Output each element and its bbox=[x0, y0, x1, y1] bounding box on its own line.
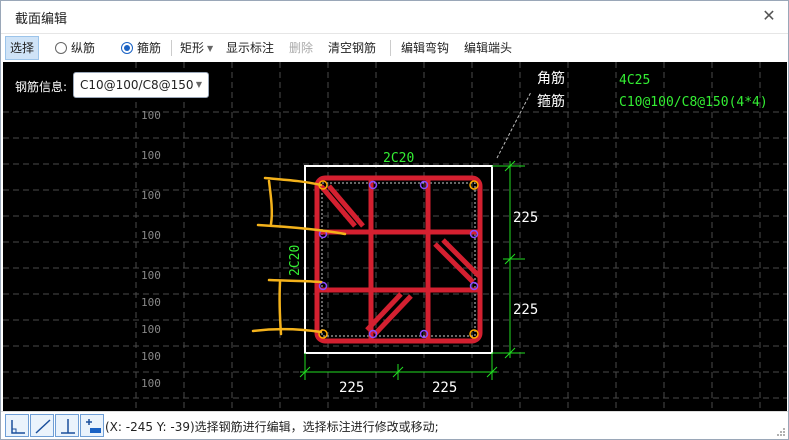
grid-label: 100 bbox=[141, 189, 161, 202]
grid-label: 100 bbox=[141, 269, 161, 282]
grid-label: 100 bbox=[141, 229, 161, 242]
corner-bar-top-right[interactable] bbox=[469, 180, 479, 190]
grid-label: 100 bbox=[141, 323, 161, 336]
radio-icon bbox=[55, 42, 67, 54]
radio-selected-icon bbox=[121, 42, 133, 54]
chevron-down-icon: ▼ bbox=[207, 44, 214, 53]
title-bar: 截面编辑 ✕ bbox=[1, 1, 788, 32]
stirrup-tag: 箍筋 bbox=[537, 93, 565, 110]
dim-bottom-left[interactable]: 225 bbox=[339, 380, 364, 396]
longitudinal-label: 纵筋 bbox=[71, 41, 96, 55]
select-button[interactable]: 选择 bbox=[5, 36, 40, 60]
perpendicular-icon[interactable] bbox=[55, 414, 79, 437]
rebar-info-label: 钢筋信息: bbox=[15, 80, 68, 94]
longitudinal-radio[interactable]: 纵筋 bbox=[55, 36, 95, 60]
drawing-canvas[interactable]: 100 100 100 100 100 100 100 100 100 225 … bbox=[3, 62, 787, 411]
toolbar: 选择 纵筋 箍筋 矩形 ▼ 显示标注 删除 清空钢筋 编辑弯钩 编辑端头 bbox=[1, 33, 788, 61]
clear-rebar-button[interactable]: 清空钢筋 bbox=[328, 36, 376, 60]
toolbar-separator bbox=[171, 40, 172, 56]
chevron-down-icon: ▼ bbox=[195, 80, 202, 89]
hook-top-left-b[interactable] bbox=[327, 184, 365, 228]
edit-end-button[interactable]: 编辑端头 bbox=[464, 36, 512, 60]
status-text: (X: -245 Y: -39)选择钢筋进行编辑，选择标注进行修改或移动; bbox=[105, 420, 439, 434]
stirrup-label: 箍筋 bbox=[137, 41, 162, 55]
grid-label: 100 bbox=[141, 377, 161, 390]
close-button[interactable]: ✕ bbox=[758, 5, 780, 27]
dim-bottom-right[interactable]: 225 bbox=[432, 380, 457, 396]
corner-bar-value[interactable]: 4C25 bbox=[619, 73, 650, 88]
dim-right-bottom[interactable]: 225 bbox=[513, 302, 538, 318]
dim-right-top[interactable]: 225 bbox=[513, 210, 538, 226]
edit-hook-button[interactable]: 编辑弯钩 bbox=[401, 36, 449, 60]
toolbar-separator bbox=[390, 40, 391, 56]
shape-dropdown[interactable]: 矩形 ▼ bbox=[180, 36, 213, 60]
line-icon[interactable] bbox=[30, 414, 54, 437]
corner-bar-bottom-right[interactable] bbox=[469, 329, 479, 339]
grid-label: 100 bbox=[141, 109, 161, 122]
stirrups[interactable] bbox=[314, 175, 483, 344]
grid-labels: 100 100 100 100 100 100 100 100 100 bbox=[141, 109, 161, 390]
leader-line bbox=[496, 91, 532, 159]
hook-top-left[interactable] bbox=[319, 184, 357, 228]
grid-label: 100 bbox=[141, 296, 161, 309]
status-bar: (X: -245 Y: -39)选择钢筋进行编辑，选择标注进行修改或移动; bbox=[1, 411, 788, 439]
delete-button[interactable]: 删除 bbox=[289, 36, 313, 60]
annotation-block[interactable]: 角筋 箍筋 4C25 C10@100/C8@150(4*4) bbox=[537, 70, 768, 110]
window-title: 截面编辑 bbox=[15, 12, 68, 27]
top-bars-label[interactable]: 2C20 bbox=[383, 151, 414, 166]
grid bbox=[3, 62, 787, 411]
corner-bar-tag: 角筋 bbox=[537, 70, 565, 87]
section-drawing[interactable]: 100 100 100 100 100 100 100 100 100 225 … bbox=[3, 62, 787, 411]
section-editor-window: 截面编辑 ✕ 选择 纵筋 箍筋 矩形 ▼ 显示标注 删除 清空钢筋 编辑弯钩 编辑… bbox=[0, 0, 789, 440]
snap-icon[interactable] bbox=[80, 414, 104, 437]
rebar-info-value: C10@100/C8@150 bbox=[80, 78, 194, 92]
stirrup-value[interactable]: C10@100/C8@150(4*4) bbox=[619, 95, 768, 110]
grid-label: 100 bbox=[141, 149, 161, 162]
shape-label: 矩形 bbox=[180, 41, 205, 55]
grid-label: 100 bbox=[141, 350, 161, 363]
show-dims-button[interactable]: 显示标注 bbox=[226, 36, 274, 60]
stirrup-radio[interactable]: 箍筋 bbox=[121, 36, 161, 60]
side-bars-label[interactable]: 2C20 bbox=[288, 245, 303, 276]
resize-grip-icon[interactable] bbox=[776, 427, 786, 437]
rebar-info-select[interactable]: C10@100/C8@150 ▼ bbox=[73, 72, 209, 98]
ortho-icon[interactable] bbox=[5, 414, 29, 437]
